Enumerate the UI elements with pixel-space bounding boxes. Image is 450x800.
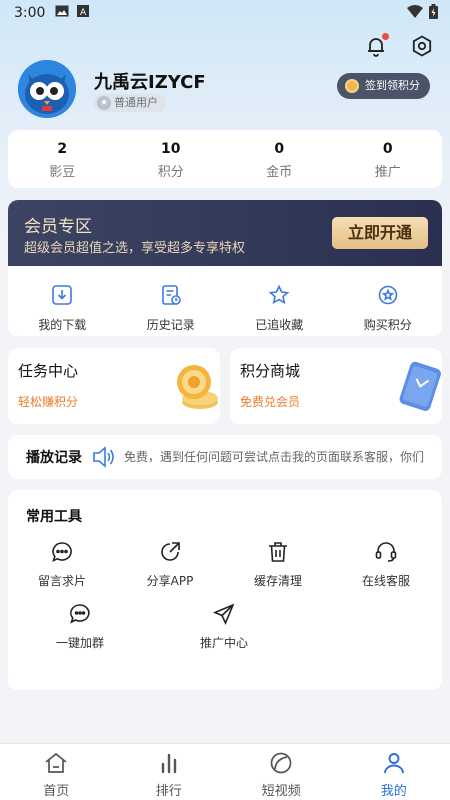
group-chat-icon — [26, 600, 134, 628]
action-favorites[interactable]: 已追收藏 — [225, 266, 334, 336]
coin-icon — [345, 79, 359, 93]
action-label: 历史记录 — [146, 318, 195, 332]
notification-dot — [382, 33, 389, 40]
notification-bell-icon[interactable] — [362, 32, 390, 60]
quick-actions: 我的下载 历史记录 已追收藏 购买积分 — [8, 266, 442, 336]
sign-in-label: 签到领积分 — [365, 79, 420, 92]
svg-text:A: A — [80, 8, 87, 17]
points-icon — [377, 284, 399, 310]
play-history-title: 播放记录 — [26, 450, 82, 466]
tools-title: 常用工具 — [26, 509, 82, 525]
star-icon — [268, 284, 290, 310]
vip-open-button[interactable]: 立即开通 — [332, 217, 428, 249]
short-video-icon — [268, 751, 294, 779]
tool-clear-cache[interactable]: 缓存清理 — [224, 538, 332, 589]
task-center-title: 任务中心 — [18, 362, 79, 380]
notice-marquee: 免费，遇到任何问题可尝试点击我的页面联系客服，你们 — [124, 450, 425, 464]
send-icon — [170, 600, 278, 628]
stat-value: 0 — [382, 141, 393, 157]
common-tools-card: 常用工具 留言求片 分享APP 缓存清理 在线客服 一键加群 推广中心 — [8, 490, 442, 690]
tool-join-group[interactable]: 一键加群 — [26, 600, 134, 651]
stat-label: 推广 — [374, 165, 401, 180]
tab-label: 短视频 — [261, 784, 301, 799]
status-time: 3:00 — [14, 5, 46, 21]
task-center-card[interactable]: 任务中心 轻松赚积分 — [8, 348, 220, 424]
vip-subtitle: 超级会员超值之选，享受超多专享特权 — [24, 241, 246, 256]
home-icon — [43, 751, 69, 779]
points-mall-card[interactable]: 积分商城 免费兑会员 — [230, 348, 442, 424]
vip-title: 会员专区 — [24, 217, 92, 237]
stat-item[interactable]: 2 影豆 — [8, 130, 117, 188]
tool-label: 推广中心 — [199, 636, 248, 650]
tool-label: 留言求片 — [37, 574, 86, 588]
stat-item[interactable]: 0 推广 — [334, 130, 443, 188]
trash-icon — [224, 538, 332, 566]
tab-home[interactable]: 首页 — [0, 744, 113, 800]
stat-value: 10 — [161, 141, 181, 157]
tool-message-request[interactable]: 留言求片 — [8, 538, 116, 589]
task-center-subtitle: 轻松赚积分 — [18, 395, 79, 409]
share-icon — [116, 538, 224, 566]
stats-card: 2 影豆 10 积分 0 金币 0 推广 — [8, 130, 442, 188]
coin-illustration-icon — [170, 360, 220, 414]
tab-profile[interactable]: 我的 — [338, 744, 450, 800]
tool-label: 在线客服 — [361, 574, 410, 588]
history-icon — [160, 284, 182, 310]
profile-header: 九禹云IZYCF ★ 普通用户 签到领积分 — [18, 60, 438, 120]
stat-label: 影豆 — [49, 165, 76, 180]
points-mall-subtitle: 免费兑会员 — [240, 395, 301, 409]
action-label: 已追收藏 — [255, 318, 304, 332]
wifi-icon — [407, 4, 423, 23]
bottom-tab-bar: 首页 排行 短视频 我的 — [0, 743, 450, 800]
action-label: 我的下载 — [38, 318, 87, 332]
action-history[interactable]: 历史记录 — [117, 266, 226, 336]
tool-promotion-center[interactable]: 推广中心 — [170, 600, 278, 651]
gallery-icon — [55, 5, 69, 21]
stat-value: 2 — [57, 141, 68, 157]
keyboard-icon: A — [77, 5, 90, 21]
tool-label: 分享APP — [146, 574, 194, 588]
tool-online-support[interactable]: 在线客服 — [332, 538, 440, 589]
avatar[interactable] — [18, 60, 76, 118]
tool-label: 一键加群 — [55, 636, 104, 650]
tab-ranking[interactable]: 排行 — [113, 744, 226, 800]
badge-star-icon: ★ — [97, 96, 111, 110]
tab-short-video[interactable]: 短视频 — [225, 744, 338, 800]
stat-value: 0 — [274, 141, 285, 157]
action-download[interactable]: 我的下载 — [8, 266, 117, 336]
battery-icon — [429, 4, 438, 23]
speaker-icon — [92, 446, 116, 472]
tool-label: 缓存清理 — [253, 574, 302, 588]
stat-label: 金币 — [266, 165, 293, 180]
user-level-badge: ★ 普通用户 — [94, 94, 166, 112]
sign-in-points-button[interactable]: 签到领积分 — [337, 73, 430, 99]
ranking-icon — [156, 751, 182, 779]
stat-label: 积分 — [157, 165, 184, 180]
vip-banner[interactable]: 会员专区 超级会员超值之选，享受超多专享特权 立即开通 — [8, 200, 442, 266]
tab-label: 我的 — [380, 784, 407, 799]
username: 九禹云IZYCF — [94, 72, 206, 93]
status-bar: 3:00 A — [0, 0, 450, 26]
tool-share-app[interactable]: 分享APP — [116, 538, 224, 589]
play-history-bar[interactable]: 播放记录 免费，遇到任何问题可尝试点击我的页面联系客服，你们 — [8, 435, 442, 479]
message-icon — [8, 538, 116, 566]
tab-label: 首页 — [43, 784, 70, 799]
download-icon — [51, 284, 73, 310]
headset-icon — [332, 538, 440, 566]
action-label: 购买积分 — [363, 318, 412, 332]
profile-icon — [381, 751, 407, 779]
tab-label: 排行 — [155, 784, 182, 799]
user-level-label: 普通用户 — [114, 96, 158, 109]
points-mall-title: 积分商城 — [240, 362, 301, 380]
gift-card-illustration-icon — [392, 360, 442, 414]
action-buy-points[interactable]: 购买积分 — [334, 266, 443, 336]
settings-icon[interactable] — [408, 32, 436, 60]
stat-item[interactable]: 0 金币 — [225, 130, 334, 188]
stat-item[interactable]: 10 积分 — [117, 130, 226, 188]
